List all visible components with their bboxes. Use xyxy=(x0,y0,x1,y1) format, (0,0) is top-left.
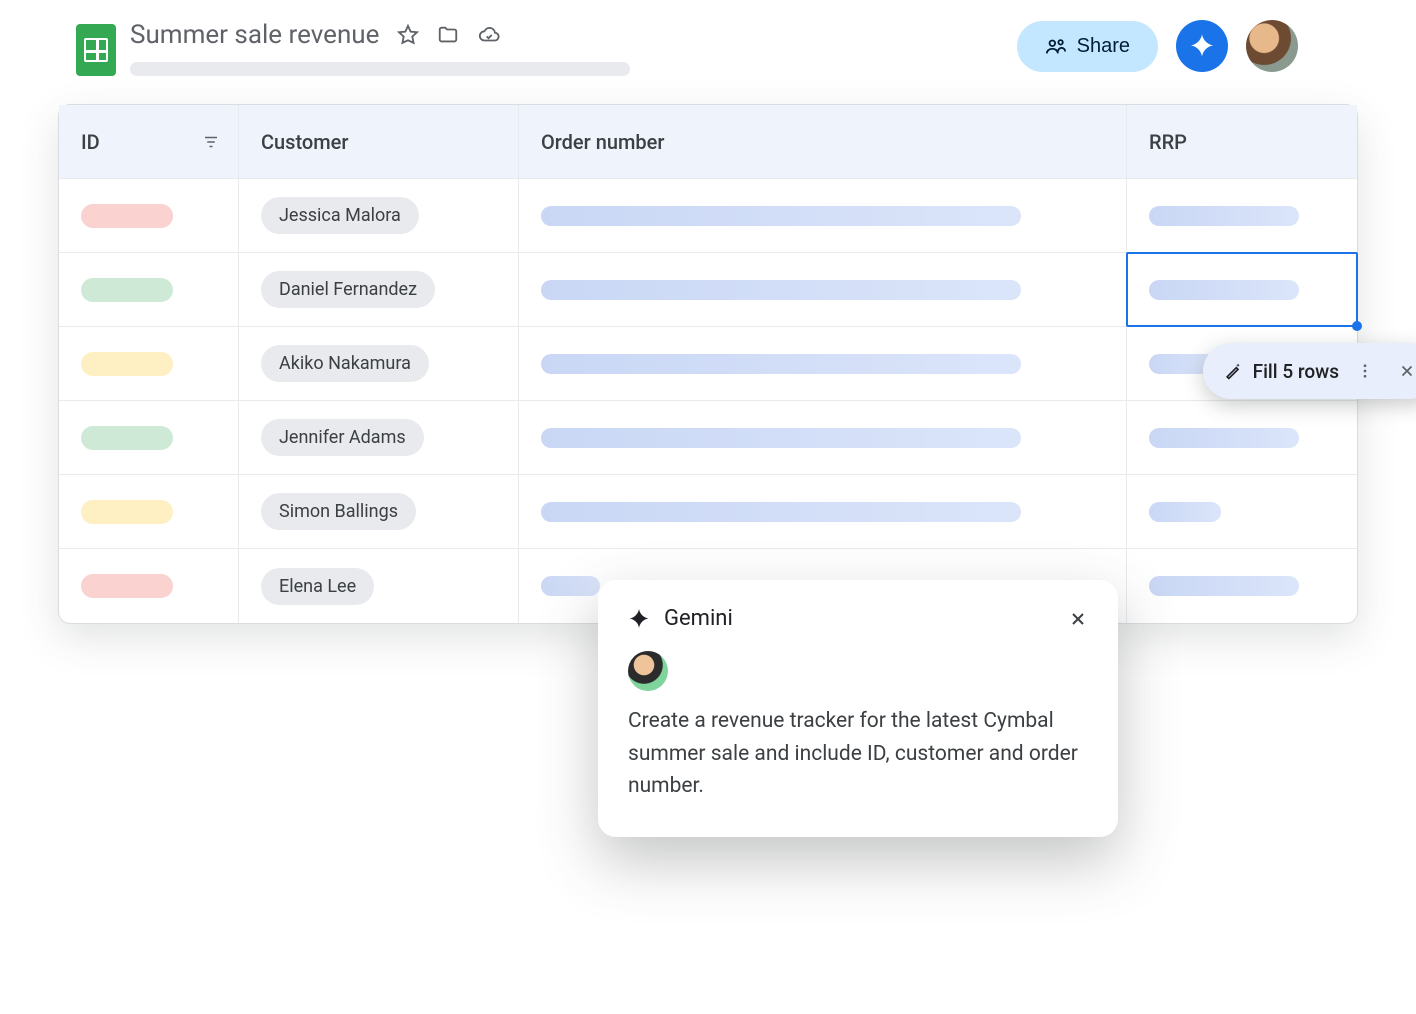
id-chip xyxy=(81,352,173,376)
customer-pill: Daniel Fernandez xyxy=(261,271,435,308)
order-placeholder xyxy=(541,354,1021,374)
cell-id[interactable] xyxy=(59,549,239,623)
user-avatar[interactable] xyxy=(1246,20,1298,72)
cell-rrp[interactable] xyxy=(1127,475,1357,548)
col-header-id-label: ID xyxy=(81,130,100,154)
cell-id[interactable] xyxy=(59,327,239,400)
cell-id[interactable] xyxy=(59,253,239,326)
magic-wand-icon xyxy=(1223,361,1243,381)
cell-rrp[interactable] xyxy=(1127,549,1357,623)
cell-customer[interactable]: Jennifer Adams xyxy=(239,401,519,474)
cell-order[interactable] xyxy=(519,253,1127,326)
col-header-customer-label: Customer xyxy=(261,130,348,154)
share-label: Share xyxy=(1077,35,1130,58)
gemini-prompt-card: Gemini Create a revenue tracker for the … xyxy=(598,580,1118,837)
id-chip xyxy=(81,204,173,228)
more-icon[interactable] xyxy=(1349,355,1381,387)
close-icon[interactable] xyxy=(1391,355,1416,387)
table-row: Akiko Nakamura xyxy=(59,327,1357,401)
cell-order[interactable] xyxy=(519,401,1127,474)
cell-id[interactable] xyxy=(59,475,239,548)
table-header-row: ID Customer Order number RRP xyxy=(59,105,1357,179)
order-placeholder xyxy=(541,502,1021,522)
table-row: Jessica Malora xyxy=(59,179,1357,253)
cell-id[interactable] xyxy=(59,179,239,252)
share-button[interactable]: Share xyxy=(1017,21,1158,72)
col-header-order-label: Order number xyxy=(541,130,664,154)
customer-pill: Elena Lee xyxy=(261,568,374,605)
spreadsheet-table: ID Customer Order number RRP Jessica Mal… xyxy=(58,104,1358,624)
id-chip xyxy=(81,278,173,302)
id-chip xyxy=(81,500,173,524)
customer-pill: Simon Ballings xyxy=(261,493,416,530)
order-placeholder xyxy=(541,576,600,596)
close-icon[interactable] xyxy=(1068,609,1088,629)
gemini-title: Gemini xyxy=(664,606,733,631)
menubar-placeholder xyxy=(130,62,630,76)
table-row: Simon Ballings xyxy=(59,475,1357,549)
sheets-logo-icon xyxy=(76,24,116,76)
col-header-rrp[interactable]: RRP xyxy=(1127,105,1357,178)
order-placeholder xyxy=(541,280,1021,300)
customer-pill: Jessica Malora xyxy=(261,197,419,234)
cell-customer[interactable]: Elena Lee xyxy=(239,549,519,623)
autofill-label[interactable]: Fill 5 rows xyxy=(1253,360,1339,383)
rrp-placeholder xyxy=(1149,206,1299,226)
folder-icon[interactable] xyxy=(437,24,459,46)
col-header-id[interactable]: ID xyxy=(59,105,239,178)
cell-customer[interactable]: Akiko Nakamura xyxy=(239,327,519,400)
cell-customer[interactable]: Simon Ballings xyxy=(239,475,519,548)
gemini-sparkle-icon xyxy=(628,608,650,630)
table-row: Daniel Fernandez xyxy=(59,253,1357,327)
filter-icon[interactable] xyxy=(202,133,220,151)
rrp-placeholder xyxy=(1149,428,1299,448)
gemini-button[interactable] xyxy=(1176,20,1228,72)
rrp-placeholder xyxy=(1149,576,1299,596)
cell-order[interactable] xyxy=(519,179,1127,252)
cell-order[interactable] xyxy=(519,475,1127,548)
col-header-order[interactable]: Order number xyxy=(519,105,1127,178)
col-header-rrp-label: RRP xyxy=(1149,130,1187,154)
customer-pill: Jennifer Adams xyxy=(261,419,424,456)
cell-rrp[interactable] xyxy=(1127,253,1357,326)
col-header-customer[interactable]: Customer xyxy=(239,105,519,178)
app-header: Summer sale revenue Share xyxy=(58,20,1358,76)
prompt-user-avatar xyxy=(628,651,668,691)
cloud-saved-icon[interactable] xyxy=(477,24,501,46)
cell-customer[interactable]: Daniel Fernandez xyxy=(239,253,519,326)
star-icon[interactable] xyxy=(397,24,419,46)
rrp-placeholder xyxy=(1149,280,1299,300)
order-placeholder xyxy=(541,428,1021,448)
cell-rrp[interactable] xyxy=(1127,401,1357,474)
gemini-prompt-text: Create a revenue tracker for the latest … xyxy=(628,705,1088,803)
cell-customer[interactable]: Jessica Malora xyxy=(239,179,519,252)
id-chip xyxy=(81,574,173,598)
cell-rrp[interactable] xyxy=(1127,179,1357,252)
document-title[interactable]: Summer sale revenue xyxy=(130,20,379,50)
order-placeholder xyxy=(541,206,1021,226)
cell-order[interactable] xyxy=(519,327,1127,400)
id-chip xyxy=(81,426,173,450)
customer-pill: Akiko Nakamura xyxy=(261,345,429,382)
rrp-placeholder xyxy=(1149,502,1221,522)
cell-id[interactable] xyxy=(59,401,239,474)
table-row: Jennifer Adams xyxy=(59,401,1357,475)
autofill-suggestion: Fill 5 rows xyxy=(1203,343,1416,399)
